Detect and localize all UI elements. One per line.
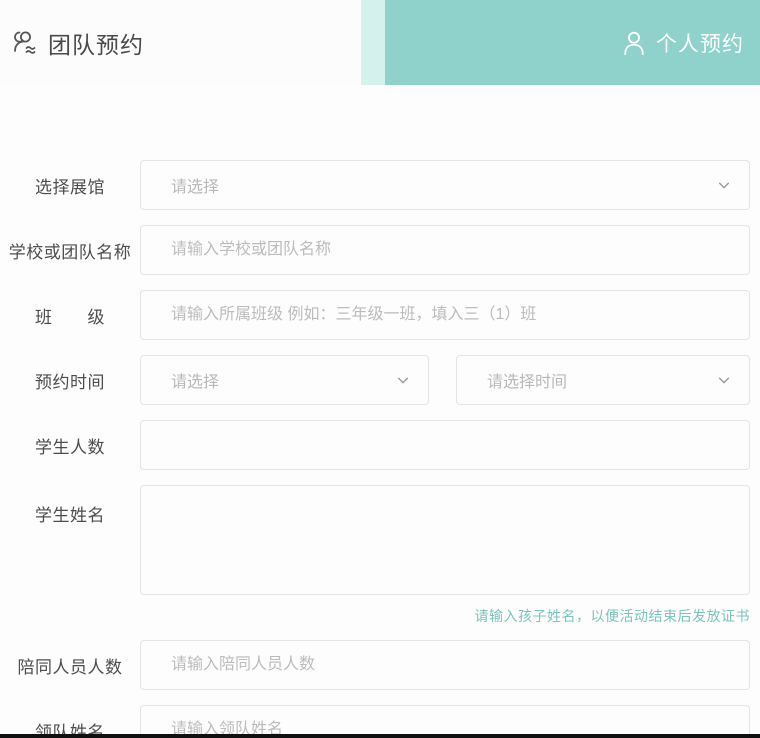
class-input[interactable] (140, 290, 750, 340)
reserve-date-select[interactable]: 请选择 (140, 355, 429, 405)
personal-tab-label: 个人预约 (656, 28, 744, 58)
chevron-down-icon (717, 178, 731, 192)
reserve-time-label: 预约时间 (0, 368, 140, 393)
group-reservation-form: 选择展馆 请选择 学校或团队名称 班 级 预约时间 请选择 (0, 85, 760, 738)
tab-team-reservation[interactable]: 团队预约 (0, 0, 361, 85)
student-names-label: 学生姓名 (0, 485, 140, 526)
reserve-time-row: 预约时间 请选择 请选择时间 (0, 355, 760, 405)
companion-count-input[interactable] (140, 640, 750, 690)
bottom-edge-bar (0, 734, 760, 738)
student-names-hint: 请输入孩子姓名，以便活动结束后发放证书 (0, 606, 760, 626)
class-label: 班 级 (0, 303, 140, 328)
team-name-label: 学校或团队名称 (0, 238, 140, 263)
team-tab-label: 团队预约 (48, 26, 144, 60)
class-row: 班 级 (0, 290, 760, 340)
group-icon (10, 28, 40, 58)
header-tabs: 团队预约 个人预约 (0, 0, 760, 85)
team-name-input[interactable] (140, 225, 750, 275)
student-names-textarea[interactable] (140, 485, 750, 595)
student-count-label: 学生人数 (0, 433, 140, 458)
tab-accent-stripe (361, 0, 385, 85)
tab-personal-reservation[interactable]: 个人预约 (361, 0, 760, 85)
reserve-hour-select[interactable]: 请选择时间 (456, 355, 750, 405)
student-names-row: 学生姓名 (0, 485, 760, 595)
venue-select-placeholder: 请选择 (171, 173, 219, 197)
venue-label: 选择展馆 (0, 173, 140, 198)
chevron-down-icon (396, 373, 410, 387)
person-icon (620, 29, 648, 57)
team-name-row: 学校或团队名称 (0, 225, 760, 275)
student-count-input[interactable] (140, 420, 750, 470)
companion-count-label: 陪同人员人数 (0, 653, 140, 678)
reserve-hour-placeholder: 请选择时间 (487, 368, 567, 392)
companion-count-row: 陪同人员人数 (0, 640, 760, 690)
venue-row: 选择展馆 请选择 (0, 160, 760, 210)
chevron-down-icon (717, 373, 731, 387)
student-count-row: 学生人数 (0, 420, 760, 470)
reserve-date-placeholder: 请选择 (171, 368, 219, 392)
venue-select[interactable]: 请选择 (140, 160, 750, 210)
